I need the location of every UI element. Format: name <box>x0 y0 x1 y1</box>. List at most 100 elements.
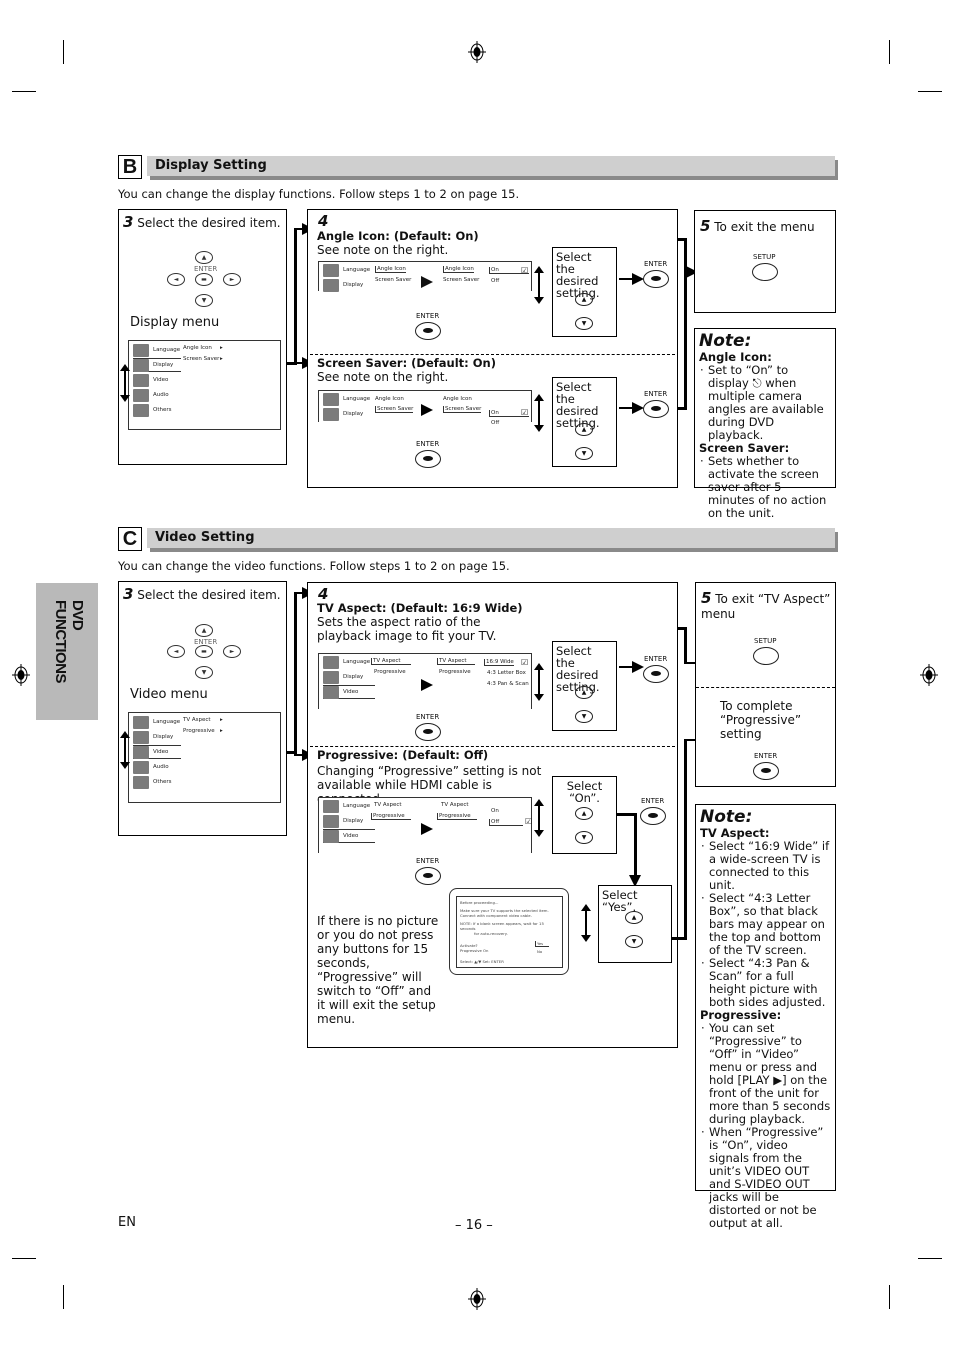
submenu-item: Screen Saver <box>375 277 412 283</box>
note-item: Sets whether to activate the screen save… <box>699 455 831 520</box>
language-icon <box>323 799 339 813</box>
up-button-icon: ▲ <box>575 293 593 306</box>
select-setting-bubble: Select the desired setting. ▲ ▼ <box>552 641 617 731</box>
submenu-item: Screen Saver <box>375 406 414 413</box>
enter-caption: ENTER <box>416 440 440 448</box>
menu-item: Others <box>153 407 172 413</box>
step5-panel: 5 To exit the menu SETUP <box>694 210 836 313</box>
up-button-icon: ▲ <box>575 686 593 699</box>
menu-item: Display <box>343 674 364 680</box>
menu-item: Video <box>343 689 359 695</box>
crop-mark <box>889 40 890 64</box>
dialog-text: Progressive On <box>460 948 489 953</box>
display-icon <box>323 278 339 292</box>
up-down-arrow-icon <box>120 364 130 402</box>
screen-saver-heading: Screen Saver: (Default: On) <box>317 356 496 370</box>
audio-icon <box>133 760 149 774</box>
arrow-icon <box>421 679 433 691</box>
submenu-item: Angle Icon <box>375 266 406 273</box>
step-number: 3 <box>123 213 134 231</box>
submenu-item: TV Aspect <box>183 717 211 723</box>
display-icon <box>323 814 339 828</box>
down-button-icon: ▼ <box>195 294 213 307</box>
checkbox-icon: ☑ <box>521 658 529 667</box>
language-tag: EN <box>118 1215 136 1230</box>
confirmation-dialog: Before proceeding... Make sure your TV s… <box>449 888 569 975</box>
step-number: 5 <box>701 589 712 607</box>
step3-panel: 3 Select the desired item. ▲ ENTER ◄ ▬ ►… <box>118 581 287 836</box>
up-button-icon: ▲ <box>625 911 643 924</box>
crop-mark <box>63 1285 64 1309</box>
crop-mark <box>889 1285 890 1309</box>
divider <box>310 746 675 747</box>
step-label: Select the desired item. <box>137 588 281 602</box>
display-icon <box>323 670 339 684</box>
menu-item: Video <box>343 833 359 839</box>
video-menu-screen: Language Display Video Audio Others TV A… <box>128 712 281 803</box>
note-title: Note: <box>700 807 753 827</box>
video-icon <box>133 745 149 759</box>
section-title-display-setting: Display Setting <box>147 156 835 176</box>
setup-button-icon <box>753 647 779 665</box>
registration-mark-icon <box>12 664 30 686</box>
connector-line <box>294 228 297 365</box>
tv-aspect-desc: Sets the aspect ratio of the playback im… <box>317 615 497 643</box>
submenu-item: Progressive <box>439 669 471 675</box>
arrow-icon <box>421 276 433 288</box>
down-button-icon: ▼ <box>575 831 593 844</box>
menu-item: Display <box>343 818 364 824</box>
up-down-arrow-icon <box>534 799 544 837</box>
submenu-item: TV Aspect <box>437 658 475 665</box>
chapter-tab-label: DVD FUNCTIONS <box>52 600 86 683</box>
enter-button-icon <box>640 807 666 825</box>
enter-button-icon <box>415 867 441 885</box>
option-item: Off <box>491 278 500 284</box>
left-button-icon: ◄ <box>167 645 185 658</box>
display-icon <box>133 730 149 744</box>
submenu-item: Progressive <box>374 669 406 675</box>
option-item: Off <box>489 819 523 826</box>
step-number: 4 <box>318 212 329 230</box>
enter-caption: ENTER <box>416 713 440 721</box>
progressive-heading: Progressive: (Default: Off) <box>317 748 489 762</box>
section-intro: You can change the display functions. Fo… <box>118 187 520 201</box>
display-icon <box>323 407 339 421</box>
step4-panel: 4 TV Aspect: (Default: 16:9 Wide) Sets t… <box>307 582 678 1048</box>
enter-caption: ENTER <box>644 655 668 663</box>
connector-line <box>678 407 686 410</box>
menu-item: Language <box>343 267 371 273</box>
enter-button-icon <box>753 762 779 780</box>
submenu-item: Angle Icon <box>375 396 404 402</box>
submenu-item: TV Aspect <box>441 802 469 808</box>
connector-line <box>634 813 637 877</box>
step-label: To exit the menu <box>714 220 815 234</box>
checkbox-icon: ☑ <box>521 408 529 417</box>
setup-caption: SETUP <box>754 637 777 645</box>
submenu-item: TV Aspect <box>371 658 411 665</box>
down-button-icon: ▼ <box>195 666 213 679</box>
crop-mark <box>12 1258 36 1259</box>
step-number: 3 <box>123 585 134 603</box>
up-down-arrow-icon <box>581 904 591 942</box>
option-item: 4:3 Pan & Scan <box>487 681 529 687</box>
section-intro: You can change the video functions. Foll… <box>118 559 510 573</box>
bubble-text: Select “On”. <box>566 779 603 805</box>
display-menu-screen: Language Display Video Audio Others Angl… <box>128 340 281 430</box>
menu-item: Display <box>153 734 174 740</box>
menu-item: Language <box>343 803 371 809</box>
arrow-icon <box>421 404 433 416</box>
submenu-item: Angle Icon <box>443 266 474 273</box>
down-button-icon: ▼ <box>575 447 593 460</box>
audio-icon <box>133 388 149 402</box>
others-icon <box>133 775 149 789</box>
registration-mark-icon <box>468 41 486 63</box>
dialog-text: Select: ▲/▼ Set: ENTER <box>460 959 504 964</box>
up-down-arrow-icon <box>534 266 544 304</box>
menu-item: Audio <box>153 764 169 770</box>
enter-button-icon <box>415 723 441 741</box>
dialog-text: for auto-recovery. <box>474 931 508 936</box>
step5-panel: 5 To exit “TV Aspect” menu SETUP To comp… <box>695 582 836 787</box>
enter-button-icon <box>415 450 441 468</box>
video-icon <box>323 685 339 699</box>
arrow-icon <box>632 661 644 673</box>
